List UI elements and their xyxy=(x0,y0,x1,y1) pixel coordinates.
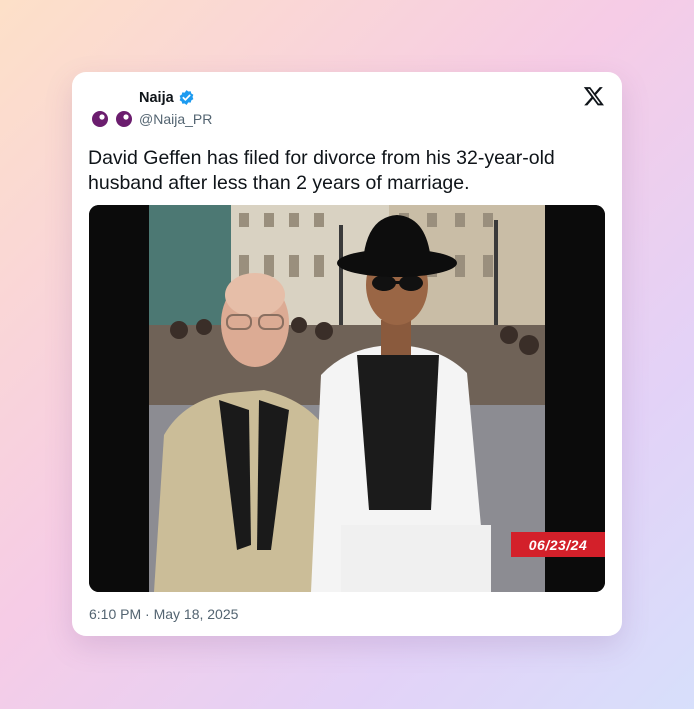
tweet-timestamp[interactable]: 6:10 PM · May 18, 2025 xyxy=(89,606,238,622)
author-name-row: Naija xyxy=(139,89,195,106)
naija-eyes-avatar-icon[interactable] xyxy=(91,110,133,128)
verified-badge-icon xyxy=(179,90,194,105)
tweet-text: David Geffen has filed for divorce from … xyxy=(88,147,555,194)
tweet-photo[interactable]: 06/23/24 xyxy=(89,205,605,592)
display-name[interactable]: Naija xyxy=(139,90,174,106)
tweet-card: Naija @Naija_PR David Geffen has filed f… xyxy=(72,72,622,636)
author-handle[interactable]: @Naija_PR xyxy=(139,111,212,127)
x-logo-icon[interactable] xyxy=(583,85,605,107)
image-date-stamp: 06/23/24 xyxy=(511,532,605,557)
